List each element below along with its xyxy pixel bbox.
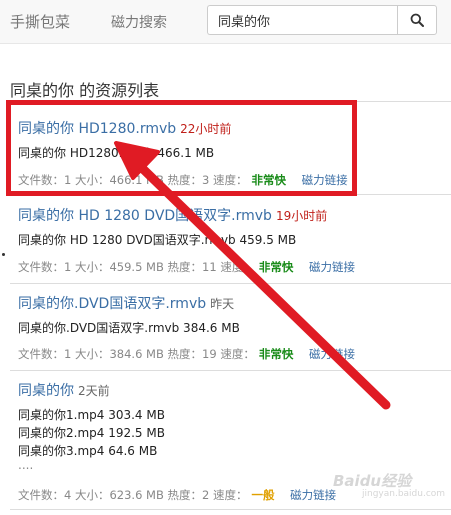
annotation-arrow-shaft [137,163,391,410]
annotation-arrow [114,141,391,410]
